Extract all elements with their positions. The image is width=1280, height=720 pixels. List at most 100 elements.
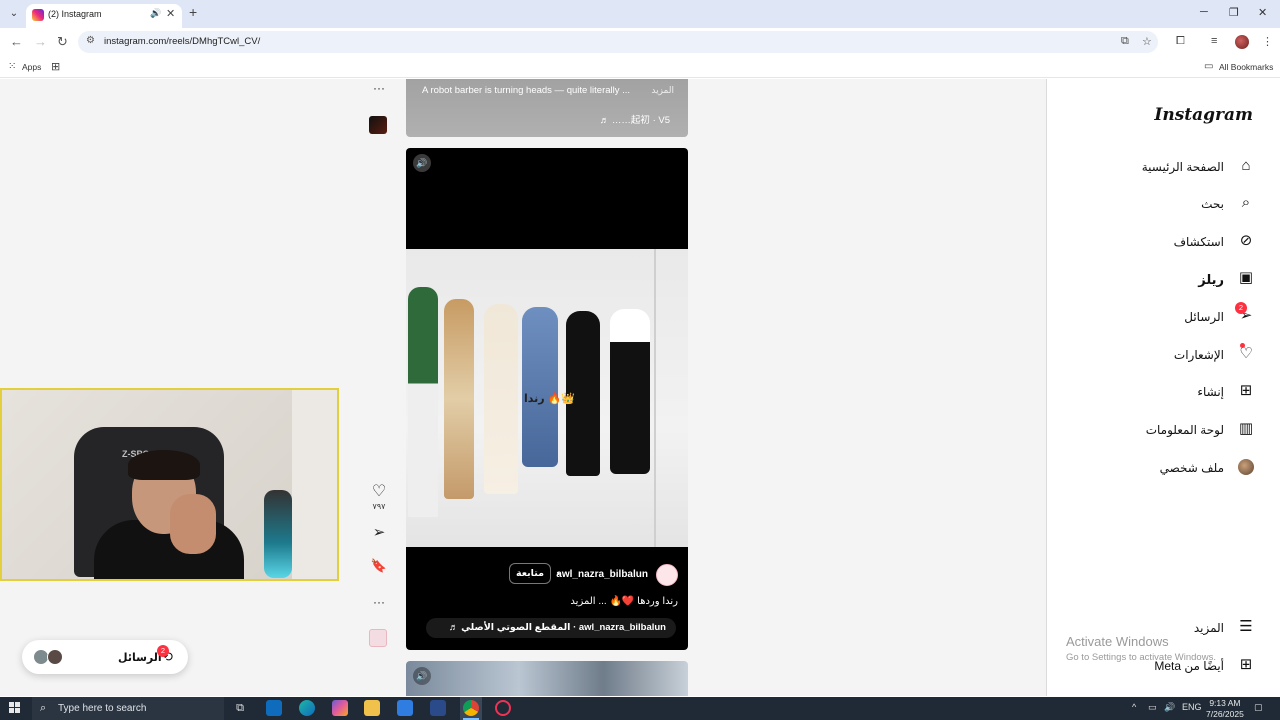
notifications-icon[interactable]: ▢ xyxy=(1254,702,1263,713)
media-controls-icon[interactable]: ≡ xyxy=(1211,35,1217,47)
author-avatar[interactable] xyxy=(656,564,678,586)
audio-pill[interactable]: ♬ المقطع الصوتي الأصلي · awl_nazra_bilba… xyxy=(426,618,676,638)
clock-date: 7/26/2025 xyxy=(1206,709,1244,719)
network-icon[interactable]: ▭ xyxy=(1148,702,1157,713)
nav-create[interactable]: ⊞ إنشاء xyxy=(1046,377,1280,407)
address-bar[interactable]: ⚙ instagram.com/reels/DMhgTCwl_CV/ ⧉ ☆ xyxy=(78,31,1158,53)
volume-icon[interactable]: 🔊 xyxy=(1164,702,1175,713)
reels-icon: ▣ xyxy=(1238,269,1254,286)
person-figure xyxy=(522,307,558,467)
instagram-logo[interactable]: Instagram xyxy=(1154,105,1253,125)
obs-icon[interactable] xyxy=(495,700,511,716)
current-reel[interactable]: 🔊 رندا 🔥👑 awl_nazra_bilbalun • متابعة رن… xyxy=(406,148,688,650)
chrome-icon[interactable] xyxy=(463,700,479,716)
nav-notifications[interactable]: ♡ الإشعارات xyxy=(1046,340,1280,370)
create-icon: ⊞ xyxy=(1239,382,1253,399)
minimize-button[interactable]: ─ xyxy=(1200,6,1208,18)
all-bookmarks-button[interactable]: All Bookmarks xyxy=(1219,62,1273,72)
previous-reel[interactable]: A robot barber is turning heads — quite … xyxy=(406,79,688,137)
audio-thumbnail[interactable] xyxy=(369,629,387,647)
like-count: ٧٩٧ xyxy=(372,502,386,511)
studio-pole xyxy=(654,249,656,547)
messages-badge: 2 xyxy=(157,645,169,657)
previous-reel-audio[interactable]: ♬ ……起初 · V5 xyxy=(600,112,670,126)
url-text[interactable]: instagram.com/reels/DMhgTCwl_CV/ xyxy=(104,36,260,47)
security-icon[interactable] xyxy=(430,700,446,716)
nav-explore[interactable]: ⊘ استكشاف xyxy=(1046,227,1280,257)
bookmark-star-icon[interactable]: ☆ xyxy=(1142,35,1152,48)
tab-groups-icon[interactable]: ⊞ xyxy=(51,60,60,73)
separator-dot: • xyxy=(556,569,560,579)
nav-home[interactable]: ⌂ الصفحة الرئيسية xyxy=(1046,152,1280,182)
copilot-icon[interactable] xyxy=(332,700,348,716)
restore-button[interactable]: ❐ xyxy=(1229,6,1239,19)
share-icon[interactable]: ➢ xyxy=(368,523,390,541)
save-icon[interactable]: 🔖 xyxy=(368,558,390,574)
nav-dashboard[interactable]: ▥ لوحة المعلومات xyxy=(1046,415,1280,445)
tab-instagram[interactable]: (2) Instagram 🔊 ✕ xyxy=(26,4,182,28)
previous-reel-caption: A robot barber is turning heads — quite … xyxy=(422,85,631,96)
home-icon: ⌂ xyxy=(1241,157,1251,174)
browser-menu-icon[interactable]: ⋮ xyxy=(1262,35,1273,48)
nav-label: إنشاء xyxy=(1197,385,1224,399)
task-view-icon[interactable]: ⧉ xyxy=(232,700,248,716)
like-icon[interactable]: ♡ xyxy=(368,481,390,501)
file-explorer-icon[interactable] xyxy=(364,700,380,716)
compass-icon: ⊘ xyxy=(1239,232,1253,249)
activation-subtitle: Go to Settings to activate Windows. xyxy=(1066,652,1216,663)
reel-audio-text: ♬ المقطع الصوتي الأصلي · awl_nazra_bilba… xyxy=(448,622,666,633)
windows-taskbar: ⌕ Type here to search ⧉ ^ ▭ 🔊 ENG 9:13 A… xyxy=(0,697,1280,720)
nav-messages[interactable]: ➢ 2 الرسائل xyxy=(1046,302,1280,332)
person-figure xyxy=(484,304,518,494)
back-button[interactable]: ← xyxy=(10,34,23,49)
apps-grid-icon[interactable]: ⁙ xyxy=(8,61,16,72)
edge-icon[interactable] xyxy=(299,700,315,716)
follow-button[interactable]: متابعة xyxy=(508,563,551,584)
nav-label: المزيد xyxy=(1193,621,1224,635)
notification-dot xyxy=(1240,343,1245,348)
nav-search[interactable]: ⌕ بحث xyxy=(1046,189,1280,219)
next-reel[interactable]: 🔊 xyxy=(406,661,688,696)
more-options-icon[interactable]: ··· xyxy=(368,595,390,609)
language-indicator[interactable]: ENG xyxy=(1182,702,1202,712)
nav-profile[interactable]: ملف شخصي xyxy=(1046,453,1280,483)
install-app-icon[interactable]: ⧉ xyxy=(1121,35,1129,48)
outlook-icon[interactable] xyxy=(266,700,282,716)
instagram-favicon-icon xyxy=(32,9,44,21)
message-avatar xyxy=(47,649,63,665)
tray-chevron-icon[interactable]: ^ xyxy=(1132,702,1136,712)
new-tab-button[interactable]: + xyxy=(189,4,197,20)
microphone xyxy=(264,490,292,578)
nav-label: الصفحة الرئيسية xyxy=(1141,160,1224,174)
author-username[interactable]: awl_nazra_bilbalun xyxy=(556,569,648,580)
tab-audio-icon[interactable]: 🔊 xyxy=(150,8,161,19)
windows-start-icon[interactable] xyxy=(9,702,21,714)
nav-reels[interactable]: ▣ ريلز xyxy=(1046,264,1280,294)
previous-reel-more[interactable]: المزيد xyxy=(651,85,674,96)
browser-toolbar: ← → ↻ ⚙ instagram.com/reels/DMhgTCwl_CV/… xyxy=(0,28,1280,56)
nav-label: لوحة المعلومات xyxy=(1145,423,1224,437)
browser-profile-avatar[interactable] xyxy=(1235,35,1249,49)
audio-thumbnail[interactable] xyxy=(369,116,387,134)
site-info-icon[interactable]: ⚙ xyxy=(86,35,95,46)
person-figure xyxy=(610,309,650,474)
tab-list-button[interactable]: ⌄ xyxy=(6,6,22,22)
search-icon: ⌕ xyxy=(1241,194,1251,211)
reload-button[interactable]: ↻ xyxy=(57,34,68,50)
reel-video-frame[interactable]: رندا 🔥👑 xyxy=(406,249,688,547)
messages-pill[interactable]: الرسائل ⟲ 2 xyxy=(22,640,188,674)
reel-caption[interactable]: رندا وردها ❤️🔥 ... المزيد xyxy=(570,596,678,607)
extensions-icon[interactable]: ⧠ xyxy=(1176,35,1185,48)
taskbar-search[interactable]: ⌕ Type here to search xyxy=(32,697,224,720)
sound-toggle-icon[interactable]: 🔊 xyxy=(413,154,431,172)
clock[interactable]: 9:13 AM 7/26/2025 xyxy=(1206,698,1244,720)
sound-toggle-icon[interactable]: 🔊 xyxy=(413,667,431,685)
close-window-button[interactable]: ✕ xyxy=(1258,6,1267,19)
store-icon[interactable] xyxy=(397,700,413,716)
person-figure xyxy=(444,299,474,499)
more-options-icon[interactable]: ··· xyxy=(368,81,390,95)
bookmark-apps[interactable]: Apps xyxy=(22,62,41,72)
forward-button[interactable]: → xyxy=(34,34,47,49)
webcam-overlay: Z-SPO xyxy=(0,388,339,581)
tab-close-button[interactable]: ✕ xyxy=(166,7,175,20)
